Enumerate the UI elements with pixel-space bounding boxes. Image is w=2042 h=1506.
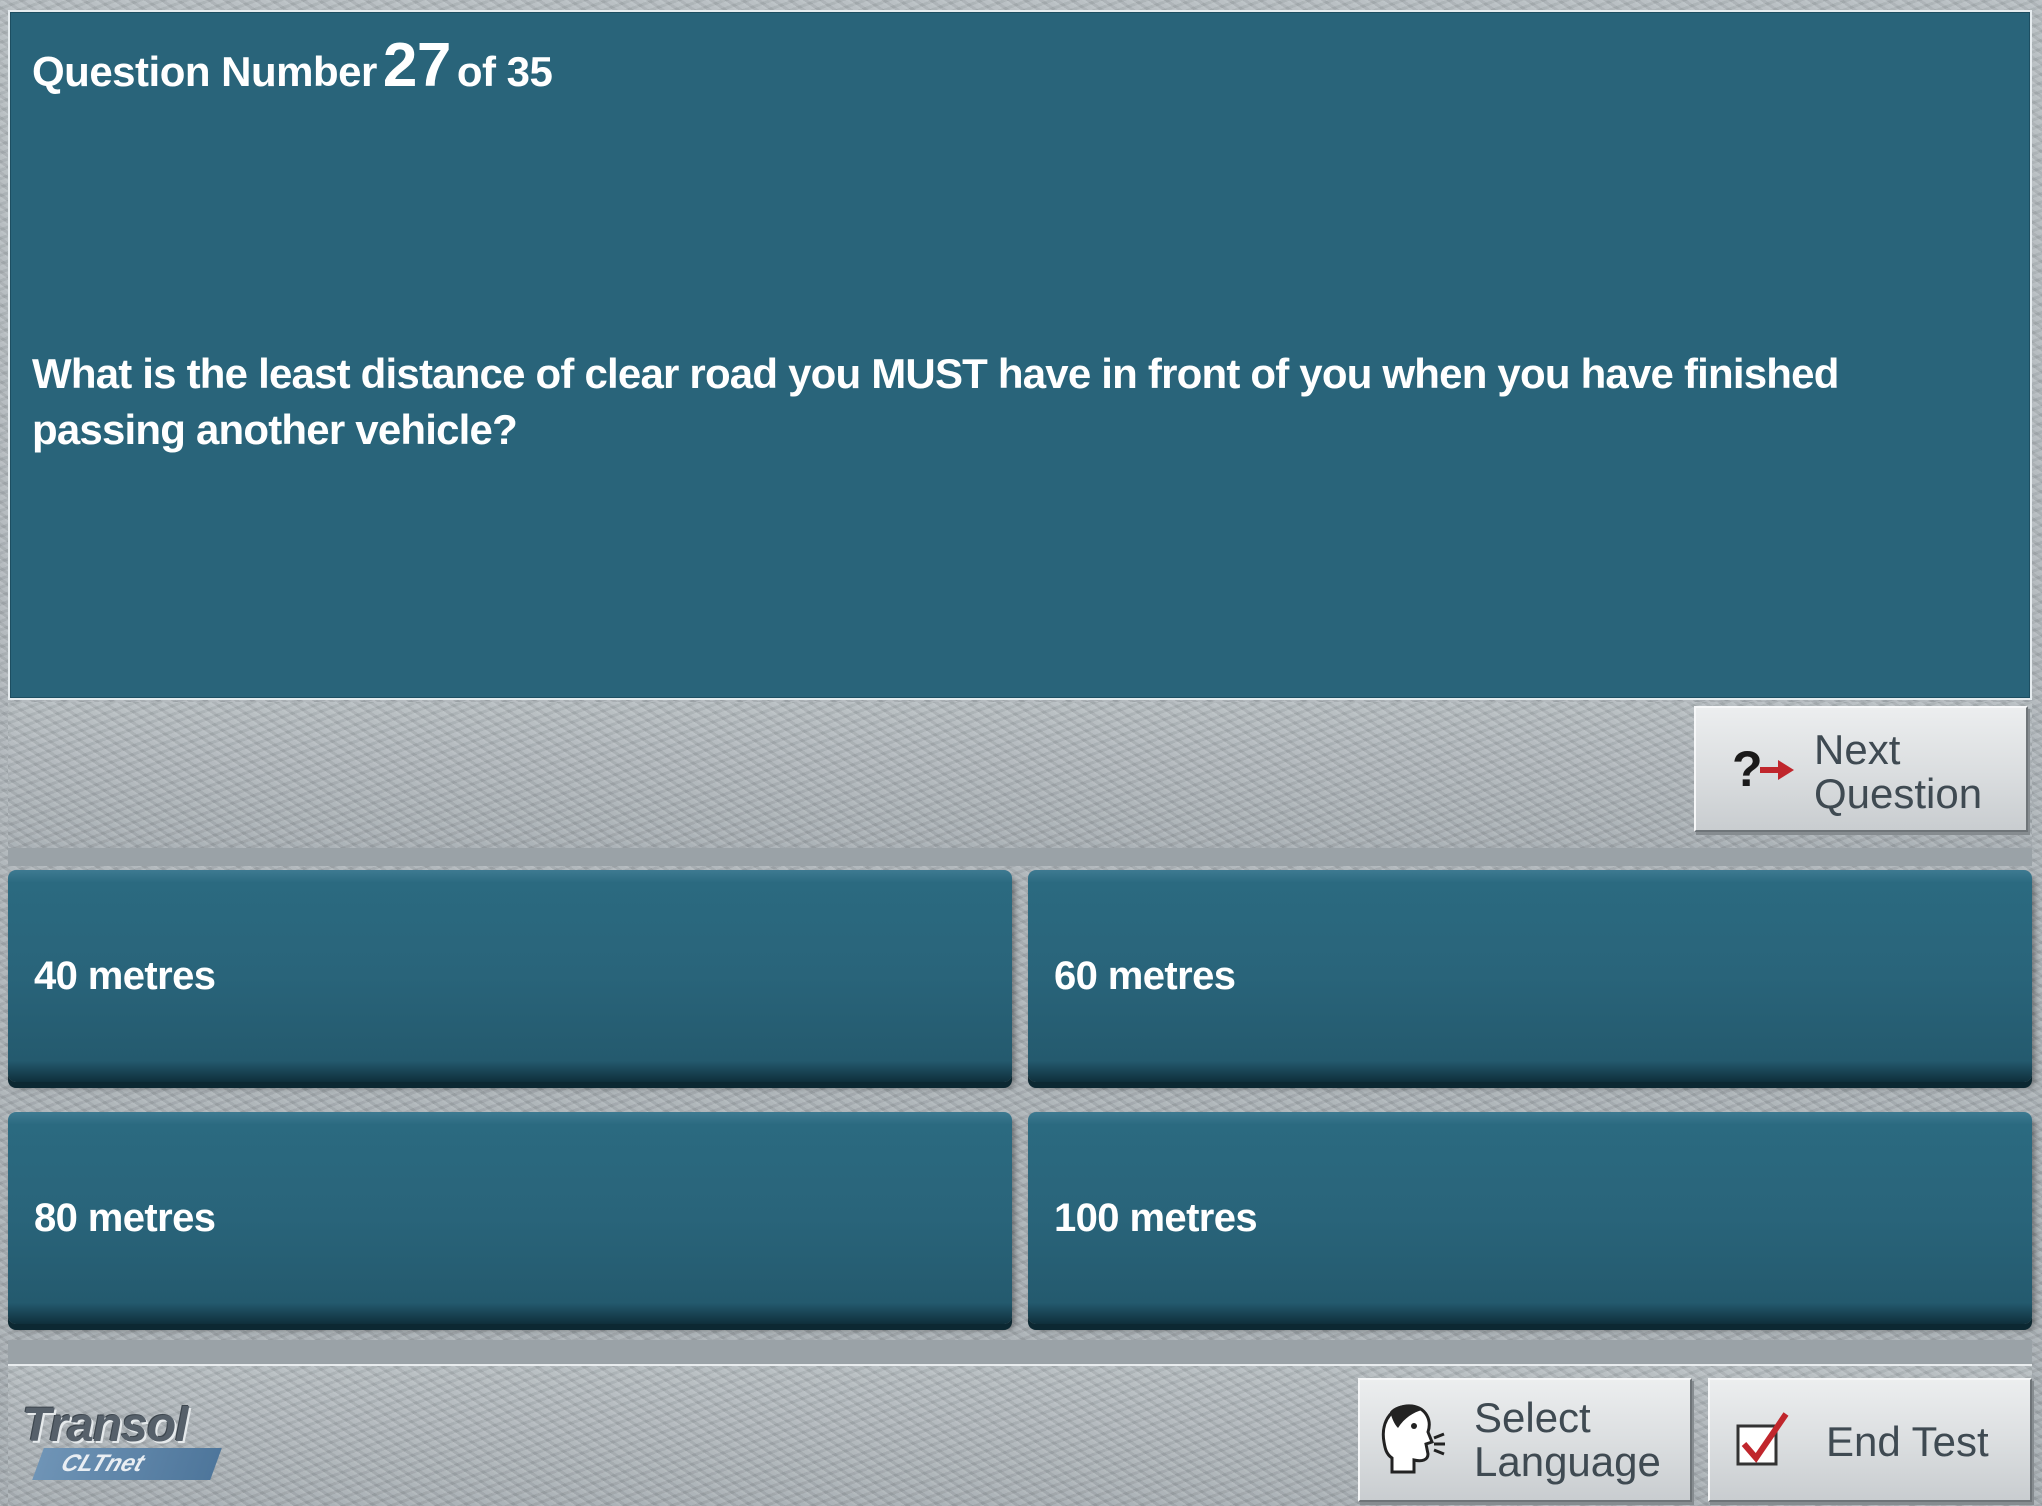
question-prefix: Question Number — [32, 48, 377, 95]
question-panel: Question Number27 of 35 What is the least… — [8, 10, 2032, 700]
answer-label: 100 metres — [1054, 1195, 1258, 1240]
select-language-label: Select Language — [1474, 1396, 1661, 1484]
svg-text:?: ? — [1732, 741, 1763, 797]
question-counter: Question Number27 of 35 — [32, 30, 553, 101]
next-question-button[interactable]: ? Next Question — [1694, 706, 2028, 832]
question-text: What is the least distance of clear road… — [32, 350, 1839, 453]
next-label-line2: Question — [1814, 770, 1983, 817]
language-label-line1: Select — [1474, 1394, 1591, 1441]
answer-option-d[interactable]: 100 metres — [1028, 1112, 2032, 1324]
answer-option-c[interactable]: 80 metres — [8, 1112, 1012, 1324]
answer-label: 40 metres — [34, 953, 216, 998]
end-test-label: End Test — [1826, 1418, 1989, 1465]
logo-sub: CLTnet — [32, 1448, 222, 1480]
next-label-line1: Next — [1814, 726, 1901, 773]
app-window: Question Number27 of 35 What is the least… — [0, 0, 2042, 1506]
answer-label: 60 metres — [1054, 953, 1236, 998]
select-language-button[interactable]: Select Language — [1358, 1378, 1692, 1502]
transol-logo: Transol CLTnet — [18, 1398, 228, 1482]
checkbox-check-icon — [1736, 1412, 1789, 1466]
logo-name: Transol — [22, 1399, 188, 1452]
question-number: 27 — [382, 31, 451, 100]
end-test-button[interactable]: End Test — [1708, 1378, 2032, 1502]
answer-option-b[interactable]: 60 metres — [1028, 870, 2032, 1082]
question-arrow-icon: ? — [1732, 741, 1794, 797]
divider — [8, 1340, 2032, 1366]
answer-label: 80 metres — [34, 1195, 216, 1240]
language-label-line2: Language — [1474, 1438, 1661, 1485]
next-question-label: Next Question — [1814, 728, 1982, 816]
speaking-head-icon — [1381, 1404, 1445, 1474]
answer-option-a[interactable]: 40 metres — [8, 870, 1012, 1082]
divider — [8, 848, 2032, 866]
question-total: of 35 — [456, 48, 553, 95]
